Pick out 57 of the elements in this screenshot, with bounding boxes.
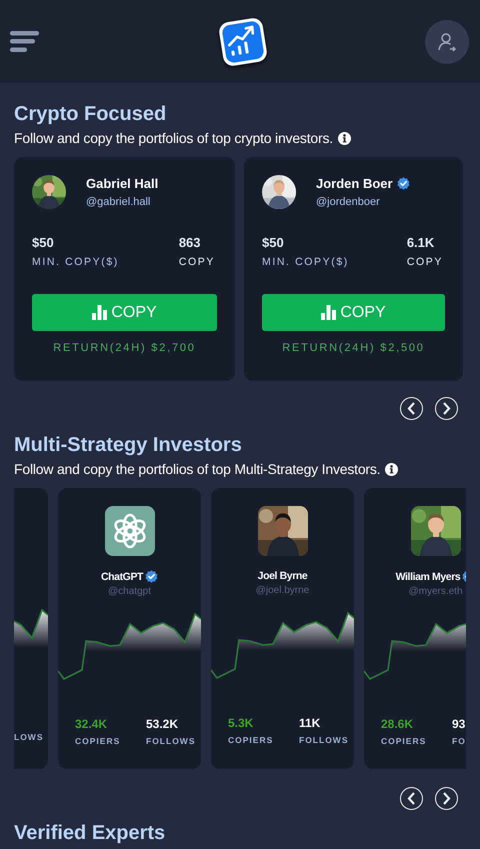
stat-value: 32.4K — [75, 717, 108, 731]
info-icon[interactable] — [338, 132, 351, 144]
stat-value: 6.1K — [406, 235, 436, 250]
stat-value: 28.6K — [381, 717, 414, 731]
trader-name: Joel Byrne — [258, 570, 308, 582]
trader-handle: @gabriel.hall — [86, 196, 152, 208]
stat-label: FOLLOWS — [146, 736, 196, 746]
stat-label: FOLLOWS — [299, 735, 350, 745]
next-button[interactable] — [435, 787, 458, 810]
section-subtitle: Follow and copy the portfolios of top crypto investors. — [14, 129, 333, 147]
stat-value: 5.3K — [228, 716, 254, 730]
logo-icon — [104, 506, 154, 556]
stat-label: FO — [452, 736, 466, 746]
trader-handle: @joel.byrne — [254, 585, 310, 596]
menu-icon — [10, 31, 39, 52]
stat-label: LOWS — [14, 732, 44, 742]
previous-button[interactable] — [400, 787, 423, 810]
return-text: RETURN(24H) $2,500 — [281, 342, 426, 354]
chevron-left-icon — [407, 792, 416, 805]
stat-label: COPIERS — [228, 735, 274, 745]
trader-handle: @chatgpt — [107, 586, 152, 597]
stat-value: 11K — [299, 716, 322, 730]
stat-label: COPIERS — [75, 736, 122, 746]
return-text: RETURN(24H) $2,700 — [52, 342, 197, 354]
trader-name: Gabriel Hall — [86, 176, 158, 191]
trader-name: ChatGPT — [100, 570, 144, 582]
chevron-right-icon — [442, 792, 451, 805]
trader-name: Jorden Boer — [316, 176, 393, 191]
user-icon — [437, 32, 457, 52]
menu-button[interactable] — [10, 31, 39, 52]
section-title: Verified Experts — [14, 822, 166, 844]
stat-label: COPY — [178, 256, 215, 268]
chevron-right-icon — [442, 402, 451, 415]
bar-chart-icon — [92, 305, 108, 320]
section-title: Crypto Focused — [14, 103, 168, 125]
chevron-left-icon — [407, 402, 416, 415]
stat-value: 53.2K — [146, 717, 180, 731]
copy-button[interactable]: COPY — [32, 294, 217, 331]
stat-value: $50 — [262, 235, 285, 250]
copy-button[interactable]: COPY — [262, 294, 445, 331]
stat-value: 93 — [452, 717, 466, 731]
stat-label: MIN. COPY($) — [32, 256, 120, 268]
stat-label: COPY — [406, 256, 443, 268]
trader-name: William Myers — [396, 570, 460, 582]
next-button[interactable] — [435, 397, 458, 420]
section-subtitle: Follow and copy the portfolios of top Multi-Strategy Investors. — [14, 460, 380, 478]
previous-button[interactable] — [400, 397, 423, 420]
stat-label: COPIERS — [381, 736, 428, 746]
info-icon[interactable] — [385, 462, 398, 476]
stat-value: 863 — [178, 235, 202, 250]
profile-button[interactable] — [425, 20, 469, 64]
bar-chart-icon — [321, 305, 336, 320]
trader-handle: @myers.eth — [407, 586, 464, 597]
section-title: Multi-Strategy Investors — [14, 434, 243, 456]
trader-handle: @jordenboer — [316, 196, 381, 208]
stat-value: $50 — [32, 235, 55, 250]
stat-label: MIN. COPY($) — [262, 256, 350, 268]
